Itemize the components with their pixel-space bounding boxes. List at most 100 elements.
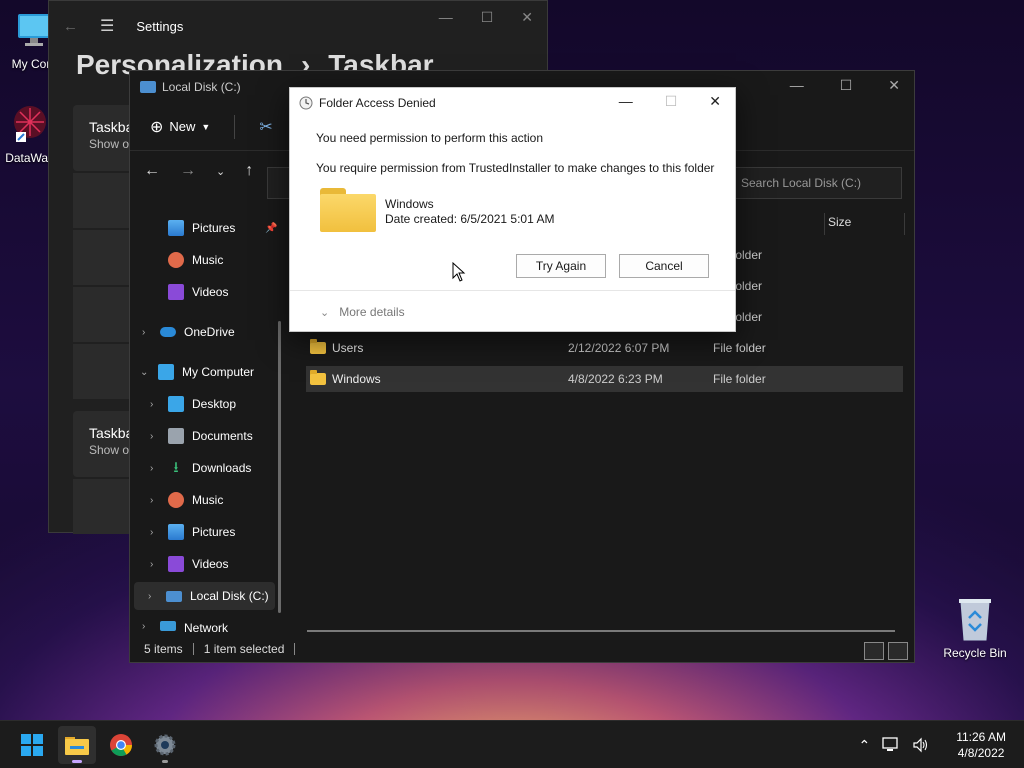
cancel-button[interactable]: Cancel [619,254,709,278]
nav-item-videos-pinned[interactable]: Videos [168,278,228,306]
chevron-down-icon[interactable]: ⌄ [140,367,150,378]
active-indicator [72,760,82,763]
table-row[interactable]: Users 2/12/2022 6:07 PM File folder [306,335,903,361]
pictures-icon [168,524,184,540]
pin-icon[interactable]: 📌 [265,223,277,234]
close-icon[interactable]: ✕ [709,93,721,110]
nav-item-music[interactable]: › Music [150,486,223,514]
videos-icon [168,284,184,300]
try-again-button[interactable]: Try Again [516,254,606,278]
search-input[interactable]: Search Local Disk (C:) [728,167,902,199]
close-icon[interactable]: ✕ [888,77,900,94]
nav-item-label: Network [184,621,229,635]
onedrive-icon [160,327,176,337]
nav-item-label: Videos [192,557,229,571]
cut-icon[interactable]: ✂ [259,117,272,137]
recent-locations-chevron-icon[interactable]: ⌄ [216,165,225,178]
nav-item-my-computer[interactable]: ⌄ My Computer [140,358,254,386]
chevron-right-icon[interactable]: › [148,591,158,602]
chevron-right-icon[interactable]: › [150,527,160,538]
chevron-up-icon[interactable]: ⌃ [858,737,870,754]
volume-icon[interactable] [912,737,930,753]
taskbar-chrome[interactable] [102,726,140,764]
file-date: 2/12/2022 6:07 PM [568,341,670,355]
pictures-icon [168,220,184,236]
nav-item-pictures[interactable]: › Pictures [150,518,235,546]
nav-item-videos[interactable]: › Videos [150,550,228,578]
chevron-right-icon[interactable]: › [142,327,152,338]
back-arrow-icon[interactable]: ← [144,162,160,180]
desktop-icon-recycle-bin[interactable]: Recycle Bin [938,596,1012,660]
maximize-icon[interactable]: ☐ [481,9,494,26]
minimize-icon[interactable]: — [790,77,804,94]
maximize-icon[interactable]: ☐ [840,77,853,94]
folder-access-denied-dialog[interactable]: Folder Access Denied — ☐ ✕ You need perm… [289,87,736,332]
taskbar-file-explorer[interactable] [58,726,96,764]
up-arrow-icon[interactable]: ↑ [245,162,253,180]
plus-circle-icon: ⊕ [150,118,164,136]
start-button[interactable] [13,726,51,764]
nav-item-label: Pictures [192,221,236,235]
column-header-size[interactable]: Size [828,215,851,229]
chevron-right-icon[interactable]: › [150,463,160,474]
desktop-icon-label: Recycle Bin [943,646,1007,660]
videos-icon [168,556,184,572]
new-button[interactable]: ⊕ New ▼ [150,117,210,137]
nav-item-music-pinned[interactable]: Music [168,246,223,274]
file-type: File folder [713,341,766,355]
settings-gear-icon [154,734,176,756]
details-view-icon[interactable] [864,642,884,660]
chevron-right-icon[interactable]: › [150,399,160,410]
chevron-right-icon[interactable]: › [150,559,160,570]
minimize-icon[interactable]: — [619,93,633,110]
taskbar-settings[interactable] [146,726,184,764]
back-arrow-icon[interactable]: ← [63,18,78,35]
running-indicator [162,760,168,763]
computer-icon [158,364,174,380]
more-details-toggle[interactable]: ⌄ More details [320,305,405,319]
music-icon [168,252,184,268]
chevron-right-icon[interactable]: › [150,431,160,442]
chevron-down-icon: ▼ [201,121,211,132]
nav-item-downloads[interactable]: › ⭳ Downloads [150,454,251,482]
clock[interactable]: 11:26 AM 4/8/2022 [956,729,1006,761]
nav-item-label: Desktop [192,397,237,411]
explorer-title: Local Disk (C:) [162,80,241,94]
nav-item-network[interactable]: › Network [142,621,228,635]
clock-icon [299,96,313,110]
toolbar-divider [234,114,236,139]
large-icons-view-icon[interactable] [888,642,908,660]
explorer-window-controls: — ☐ ✕ [790,77,900,94]
datawag-icon [14,106,46,142]
partial-type-cell: folder [732,279,763,293]
column-divider[interactable] [904,213,905,235]
column-divider[interactable] [824,213,825,235]
minimize-icon[interactable]: — [439,9,453,26]
network-status-icon[interactable] [882,737,900,753]
horizontal-scrollbar[interactable] [307,630,895,632]
dialog-window-controls: — ☐ ✕ [619,93,721,110]
nav-item-local-disk[interactable]: › Local Disk (C:) [134,582,275,610]
hamburger-menu-icon[interactable]: ☰ [100,16,114,36]
nav-item-desktop[interactable]: › Desktop [150,390,236,418]
selection-count: 1 item selected [203,642,285,656]
more-details-label: More details [339,305,405,319]
table-row-selected[interactable]: Windows 4/8/2022 6:23 PM File folder [306,366,903,392]
nav-item-pictures-pinned[interactable]: Pictures 📌 [168,214,278,242]
forward-arrow-icon[interactable]: → [180,162,196,180]
chevron-right-icon[interactable]: › [150,495,160,506]
nav-item-onedrive[interactable]: › OneDrive [142,318,235,346]
nav-item-documents[interactable]: › Documents [150,422,253,450]
drive-icon [166,590,182,602]
file-explorer-icon [65,737,89,755]
chevron-right-icon[interactable]: › [142,621,152,632]
folder-icon [310,339,326,354]
mouse-cursor-icon [452,262,466,282]
navigation-scrollbar[interactable] [278,321,281,613]
drive-icon [140,81,156,93]
folder-icon [320,188,376,232]
dialog-title: Folder Access Denied [319,96,436,110]
dialog-folder-name: Windows [385,197,434,211]
close-icon[interactable]: ✕ [521,9,533,26]
nav-item-label: Local Disk (C:) [190,589,269,603]
